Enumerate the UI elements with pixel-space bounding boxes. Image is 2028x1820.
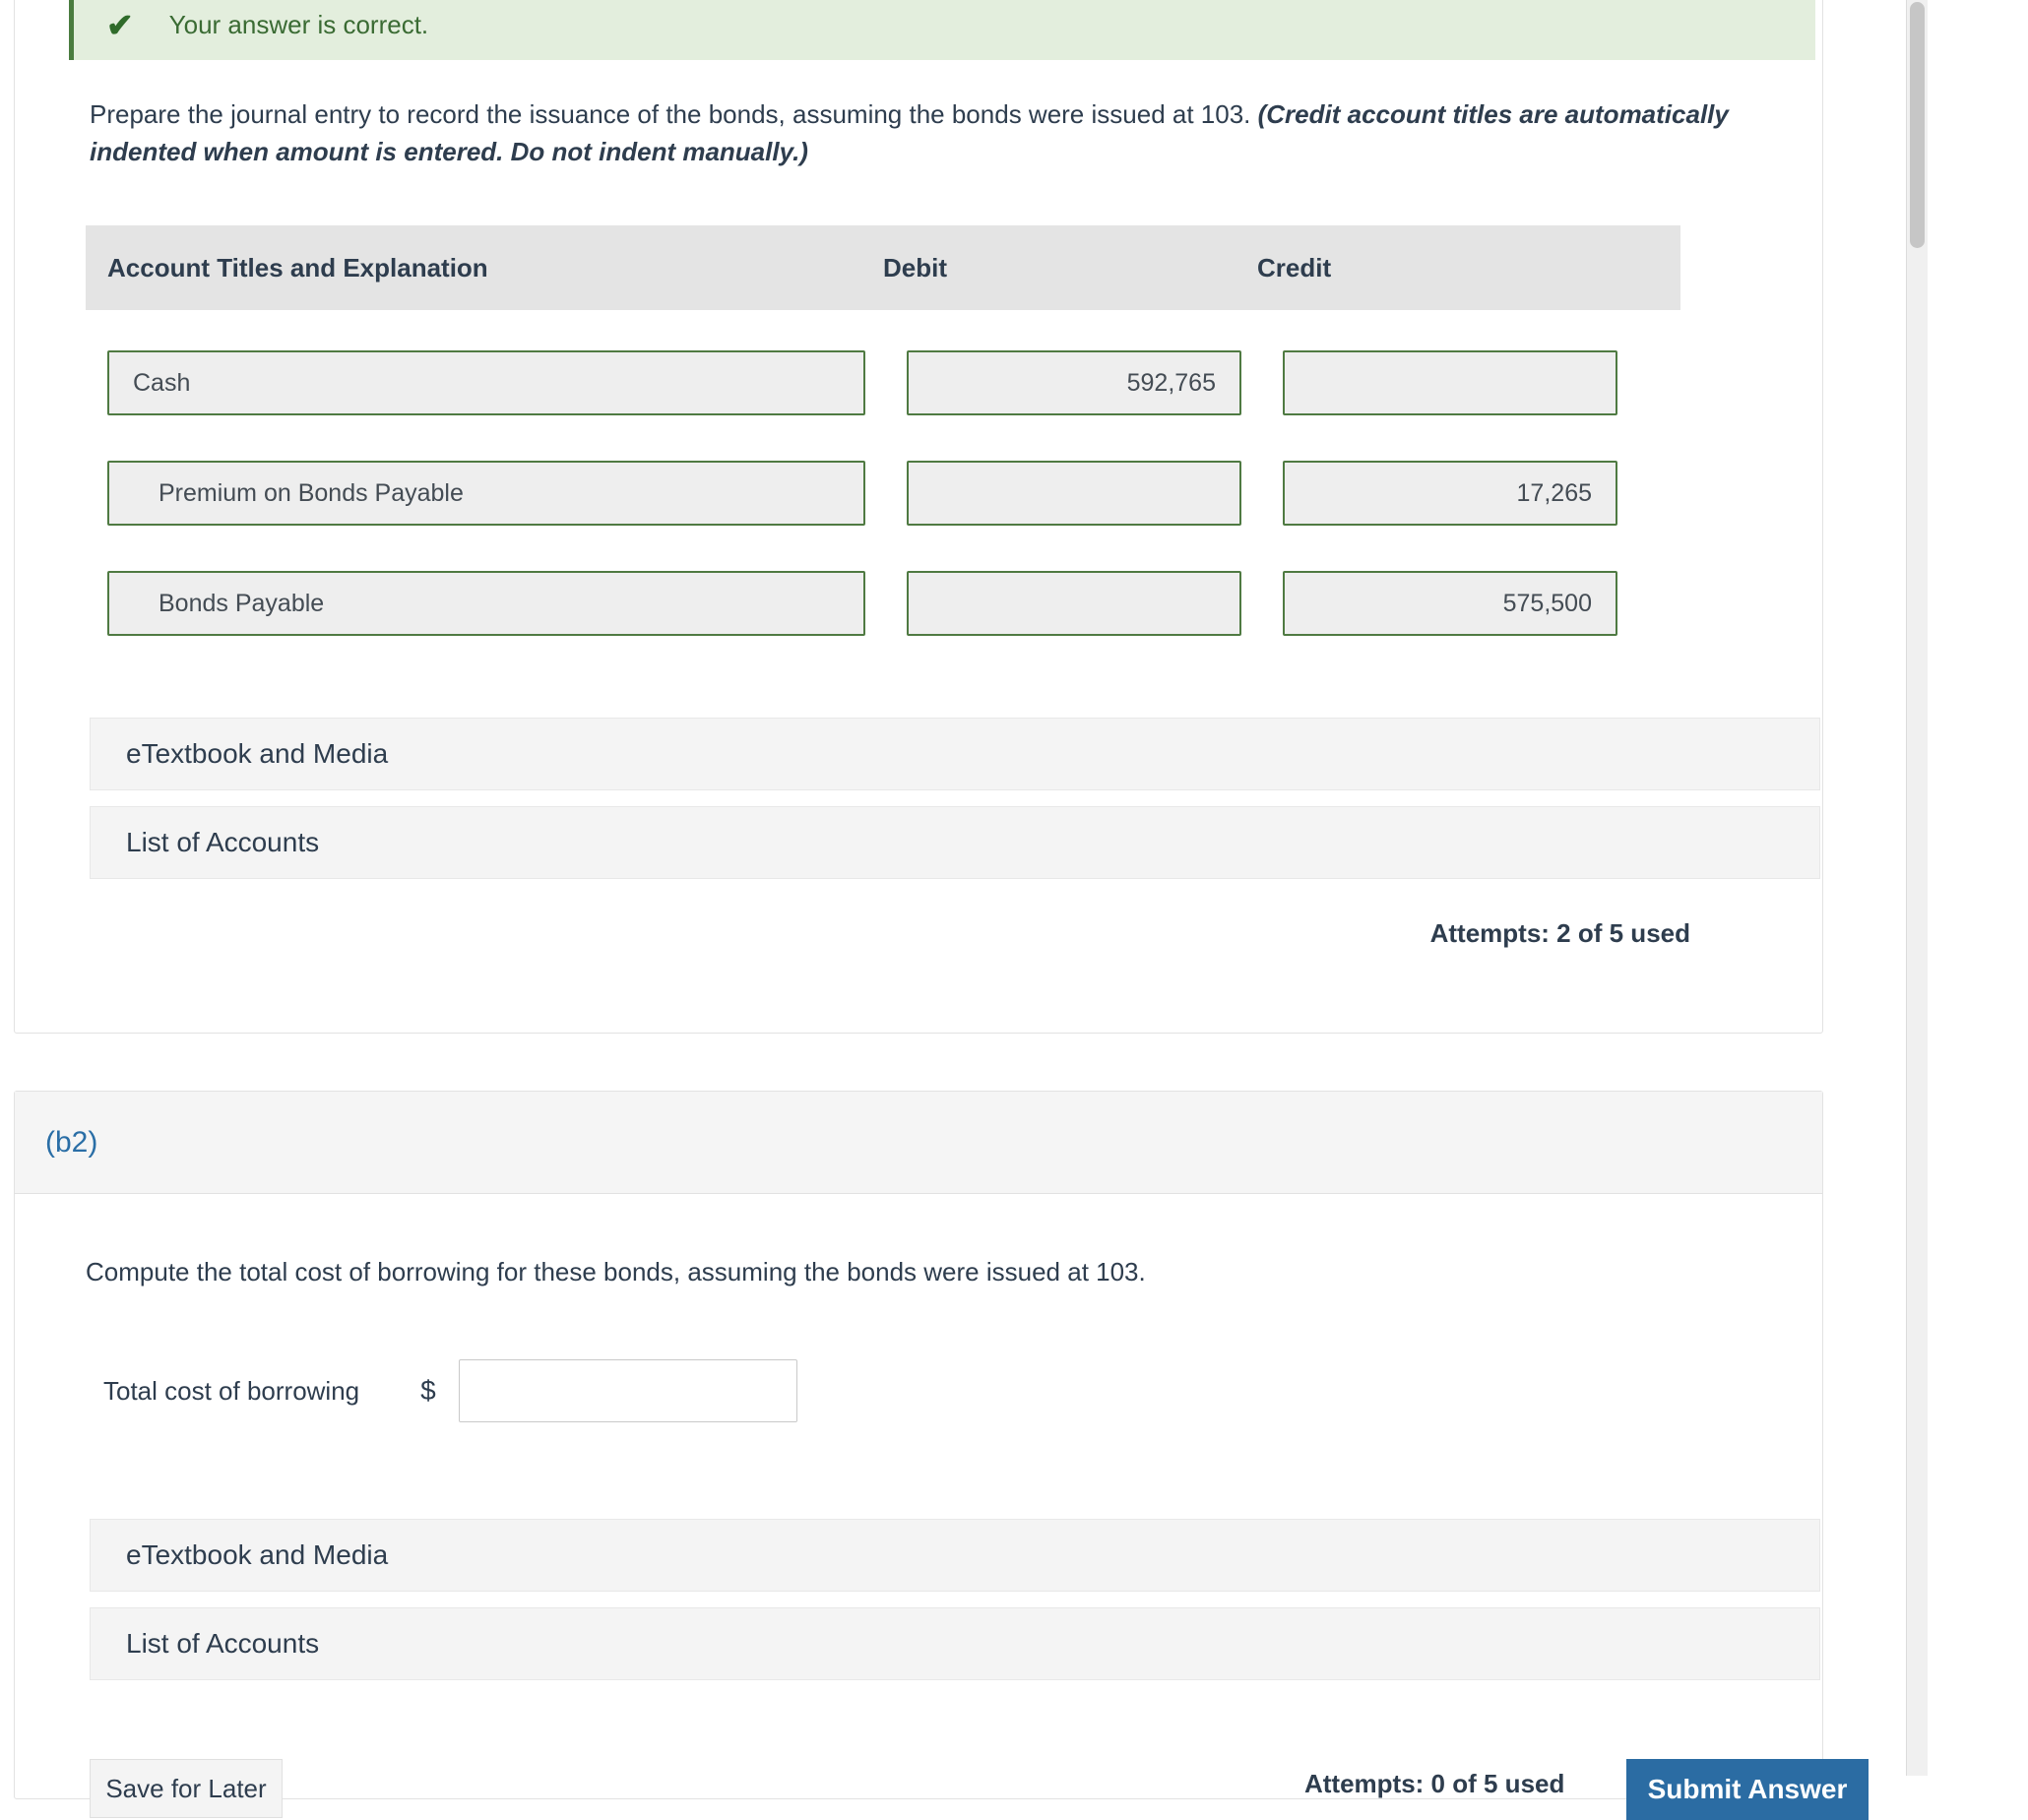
table-row: Premium on Bonds Payable 17,265 <box>86 446 1680 540</box>
success-banner-text: Your answer is correct. <box>168 9 429 39</box>
question-card-b2: (b2) Compute the total cost of borrowing… <box>14 1091 1869 1820</box>
question-text-b2: Compute the total cost of borrowing for … <box>86 1257 1146 1287</box>
account-title-input[interactable]: Cash <box>107 350 865 415</box>
page-content: ✔ Your answer is correct. Prepare the jo… <box>0 0 1928 1820</box>
total-cost-label: Total cost of borrowing <box>103 1375 360 1406</box>
right-margin <box>1928 0 2028 1776</box>
account-title-input[interactable]: Premium on Bonds Payable <box>107 461 865 526</box>
etextbook-and-media-button-b2[interactable]: eTextbook and Media <box>90 1519 1820 1592</box>
column-header-account: Account Titles and Explanation <box>107 252 488 282</box>
attempts-counter-b2: Attempts: 0 of 5 used <box>1304 1769 1565 1798</box>
check-icon: ✔ <box>106 6 134 43</box>
submit-answer-button[interactable]: Submit Answer <box>1626 1759 1869 1820</box>
debit-amount-input[interactable] <box>907 571 1241 636</box>
credit-amount-input[interactable] <box>1283 350 1617 415</box>
credit-amount-input[interactable]: 17,265 <box>1283 461 1617 526</box>
etextbook-and-media-button-b1[interactable]: eTextbook and Media <box>90 718 1820 790</box>
credit-amount-input[interactable]: 575,500 <box>1283 571 1617 636</box>
list-of-accounts-button-b1[interactable]: List of Accounts <box>90 806 1820 879</box>
page-scrollbar[interactable] <box>1906 0 1928 1776</box>
column-header-credit: Credit <box>1257 252 1332 282</box>
total-cost-row: Total cost of borrowing $ <box>103 1359 797 1422</box>
save-for-later-button[interactable]: Save for Later <box>90 1759 283 1818</box>
currency-symbol: $ <box>420 1375 436 1406</box>
table-header-row: Account Titles and Explanation Debit Cre… <box>86 225 1680 310</box>
journal-entry-table: Account Titles and Explanation Debit Cre… <box>86 225 1680 651</box>
debit-amount-input[interactable] <box>907 461 1241 526</box>
question-main-text: Prepare the journal entry to record the … <box>90 99 1258 129</box>
column-header-debit: Debit <box>883 252 947 282</box>
scrollbar-thumb[interactable] <box>1910 2 1925 248</box>
table-row: Cash 592,765 <box>86 336 1680 430</box>
question-card-b1: ✔ Your answer is correct. Prepare the jo… <box>14 0 1823 1034</box>
total-cost-input[interactable] <box>458 1359 797 1422</box>
section-header-b2: (b2) <box>15 1092 1822 1194</box>
list-of-accounts-button-b2[interactable]: List of Accounts <box>90 1607 1820 1680</box>
section-label-b2: (b2) <box>45 1125 98 1159</box>
question-text-b1: Prepare the journal entry to record the … <box>90 95 1822 171</box>
account-title-input[interactable]: Bonds Payable <box>107 571 865 636</box>
attempts-counter-b1: Attempts: 2 of 5 used <box>1429 918 1690 948</box>
table-row: Bonds Payable 575,500 <box>86 556 1680 651</box>
debit-amount-input[interactable]: 592,765 <box>907 350 1241 415</box>
success-banner: ✔ Your answer is correct. <box>69 0 1815 60</box>
